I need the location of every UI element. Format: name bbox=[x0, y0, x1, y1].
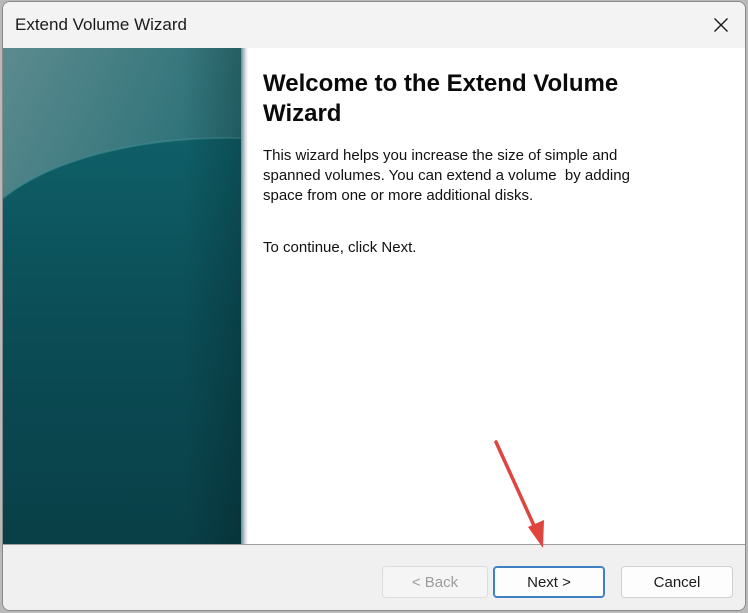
wizard-heading: Welcome to the Extend Volume Wizard bbox=[263, 70, 619, 127]
back-button[interactable]: < Back bbox=[382, 566, 488, 598]
wizard-banner-image bbox=[3, 48, 241, 544]
button-bar: < Back Next > Cancel bbox=[3, 545, 745, 610]
wizard-window: Extend Volume Wizard Welcome to the Exte… bbox=[2, 1, 746, 611]
banner-edge bbox=[241, 48, 248, 544]
close-icon bbox=[714, 18, 728, 32]
title-bar: Extend Volume Wizard bbox=[3, 2, 745, 48]
continue-instruction: To continue, click Next. bbox=[263, 239, 417, 256]
wizard-content: Welcome to the Extend Volume Wizard This… bbox=[248, 48, 745, 544]
cancel-button[interactable]: Cancel bbox=[621, 566, 733, 598]
wizard-description: This wizard helps you increase the size … bbox=[263, 147, 635, 204]
next-button[interactable]: Next > bbox=[493, 566, 605, 598]
window-title: Extend Volume Wizard bbox=[15, 15, 187, 34]
close-button[interactable] bbox=[703, 7, 739, 43]
